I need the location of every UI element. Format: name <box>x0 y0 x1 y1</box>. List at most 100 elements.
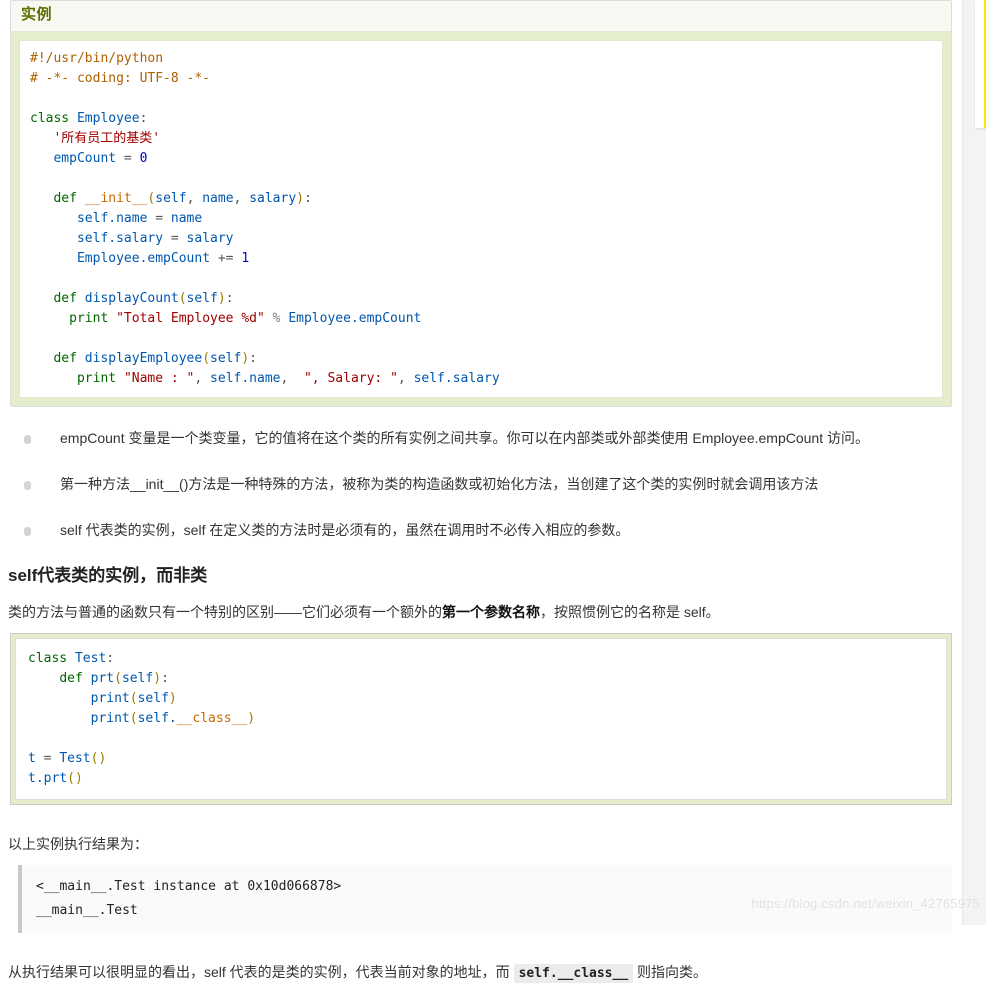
code-token: print <box>69 311 117 326</box>
code-token: self.name <box>210 371 281 386</box>
code-token: Test <box>74 651 107 666</box>
code-token: self.salary <box>76 231 164 246</box>
code-token: salary <box>186 231 234 246</box>
test-code-box: class Test: def prt(self): print(self) p… <box>10 633 952 805</box>
result-intro-text: 以上实例执行结果为： <box>8 836 148 852</box>
code-token: name <box>170 211 203 226</box>
right-rail-highlight-card[interactable] <box>975 0 986 128</box>
code-token: : <box>139 111 148 126</box>
code-token: : <box>303 191 312 206</box>
code-token: self.salary <box>413 371 500 386</box>
code-token: 1 <box>241 251 250 266</box>
code-token: ( <box>129 691 138 706</box>
code-token: empCount <box>53 151 117 166</box>
code-token: def <box>53 191 85 206</box>
code-token: ) <box>296 191 304 206</box>
program-output: <__main__.Test instance at 0x10d066878> … <box>36 879 342 918</box>
example-box-title: 实例 <box>11 1 951 32</box>
output-box: <__main__.Test instance at 0x10d066878> … <box>18 865 952 933</box>
code-token: ) <box>217 291 226 306</box>
code-token: print <box>90 691 130 706</box>
conclusion-text-after: 则指向类。 <box>633 964 708 980</box>
test-code-area: class Test: def prt(self): print(self) p… <box>15 638 947 800</box>
code-token: ( <box>202 351 211 366</box>
code-token: : <box>106 651 115 666</box>
code-token: def <box>53 351 85 366</box>
code-token: class <box>30 111 77 126</box>
paragraph-text-before: 类的方法与普通的函数只有一个特别的区别——它们必须有一个额外的 <box>8 604 442 620</box>
code-token: __init__ <box>84 191 148 206</box>
code-token: = <box>163 231 187 246</box>
code-token: ) <box>241 351 250 366</box>
code-token: , <box>194 371 211 386</box>
conclusion-text-before: 从执行结果可以很明显的看出，self 代表的是类的实例，代表当前对象的地址，而 <box>8 964 514 980</box>
code-token: Employee <box>76 111 140 126</box>
code-token: def <box>53 291 85 306</box>
code-token: print <box>76 371 124 386</box>
code-token: , <box>397 371 414 386</box>
paragraph-text-after: ，按照惯例它的名称是 self。 <box>540 604 720 620</box>
code-token: prt <box>90 671 115 686</box>
code-token: '所有员工的基类' <box>30 131 161 146</box>
code-token: Employee.empCount <box>288 311 422 326</box>
code-token: () <box>67 771 83 786</box>
python-code-block-test[interactable]: class Test: def prt(self): print(self) p… <box>28 649 934 789</box>
notes-bullet-list: empCount 变量是一个类变量，它的值将在这个类的所有实例之间共享。你可以在… <box>0 427 962 541</box>
page-content: 实例 #!/usr/bin/python # -*- coding: UTF-8… <box>0 0 962 995</box>
code-token: self <box>137 691 169 706</box>
list-item: 第一种方法__init__()方法是一种特殊的方法，被称为类的构造函数或初始化方… <box>24 473 952 495</box>
code-token: def <box>59 671 91 686</box>
code-token: ( <box>114 671 122 686</box>
code-token: ) <box>168 691 177 706</box>
code-token: salary <box>249 191 297 206</box>
code-token: = <box>116 151 140 166</box>
code-token: displayEmployee <box>84 351 203 366</box>
list-item: self 代表类的实例，self 在定义类的方法时是必须有的，虽然在调用时不必传… <box>24 519 952 541</box>
code-token: name <box>202 191 234 206</box>
code-token: self <box>155 191 187 206</box>
code-token: Test <box>59 751 91 766</box>
code-token: , <box>280 371 304 386</box>
code-token: : <box>249 351 257 366</box>
code-token: Employee.empCount <box>76 251 211 266</box>
code-token: , <box>186 191 203 206</box>
code-token: ( <box>178 291 187 306</box>
section-paragraph: 类的方法与普通的函数只有一个特别的区别——它们必须有一个额外的第一个参数名称，按… <box>8 601 952 623</box>
code-token: #!/usr/bin/python <box>30 51 164 66</box>
code-token: ) <box>153 671 162 686</box>
code-token: () <box>90 751 107 766</box>
code-token: % <box>264 311 289 326</box>
right-side-rail <box>962 0 986 925</box>
code-token: self <box>121 671 154 686</box>
code-token: ) <box>247 711 256 726</box>
inline-code-self-class: self.__class__ <box>513 964 634 983</box>
code-token: : <box>161 671 169 686</box>
code-token: class <box>28 651 75 666</box>
code-token: ( <box>129 711 138 726</box>
code-token: print <box>90 711 130 726</box>
code-token: ", Salary: " <box>303 371 398 386</box>
code-token: t <box>28 751 36 766</box>
code-token: = <box>35 751 60 766</box>
code-token: t.prt <box>28 771 68 786</box>
code-token: , <box>233 191 250 206</box>
code-token: : <box>225 291 234 306</box>
code-token: "Name : " <box>123 371 195 386</box>
code-token: = <box>147 211 171 226</box>
code-token: __class__ <box>176 711 248 726</box>
code-token: self <box>210 351 242 366</box>
code-token: self <box>186 291 218 306</box>
conclusion-paragraph: 从执行结果可以很明显的看出，self 代表的是类的实例，代表当前对象的地址，而 … <box>8 961 952 985</box>
example-box: 实例 #!/usr/bin/python # -*- coding: UTF-8… <box>10 0 952 407</box>
list-item: empCount 变量是一个类变量，它的值将在这个类的所有实例之间共享。你可以在… <box>24 427 952 449</box>
python-code-block-employee[interactable]: #!/usr/bin/python # -*- coding: UTF-8 -*… <box>30 49 932 389</box>
code-token: "Total Employee %d" <box>116 311 265 326</box>
code-token: displayCount <box>84 291 179 306</box>
code-token: # -*- coding: UTF-8 -*- <box>30 71 211 86</box>
code-token: self. <box>137 711 177 726</box>
section-heading-self: self代表类的实例，而非类 <box>8 566 208 585</box>
code-token: += <box>210 251 242 266</box>
example-code-area: #!/usr/bin/python # -*- coding: UTF-8 -*… <box>19 40 943 398</box>
paragraph-bold-term: 第一个参数名称 <box>442 604 540 620</box>
code-token: self.name <box>76 211 148 226</box>
